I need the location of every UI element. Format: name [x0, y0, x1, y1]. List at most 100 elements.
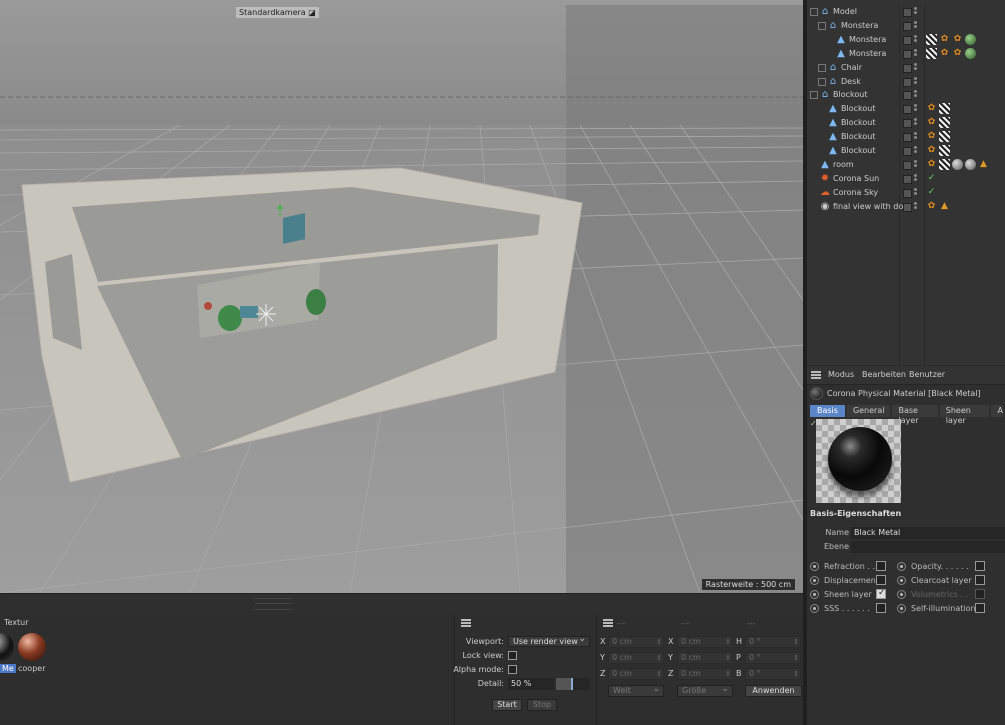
- coord-input[interactable]: 0 cm: [608, 668, 664, 680]
- 3d-viewport[interactable]: Standardkamera ◪ Rasterweite : 500 cm: [0, 0, 803, 593]
- animate-radio-icon[interactable]: [810, 590, 819, 599]
- animate-radio-icon[interactable]: [810, 562, 819, 571]
- hamburger-menu-icon[interactable]: [811, 371, 821, 379]
- visibility-dots-icon[interactable]: [914, 104, 918, 115]
- object-row[interactable]: ▲ room ✿ ▲: [807, 158, 1005, 173]
- object-name[interactable]: Blockout: [833, 90, 867, 99]
- orange-tag-icon[interactable]: ✿: [926, 159, 937, 170]
- material-ball-cooper[interactable]: [18, 633, 46, 661]
- orange-tag-icon[interactable]: ✿: [926, 131, 937, 142]
- object-name[interactable]: Chair: [841, 63, 862, 72]
- menu-modus[interactable]: Modus: [828, 370, 854, 379]
- coord-input[interactable]: 0 °: [745, 636, 801, 648]
- orange-tag-icon[interactable]: ✿: [952, 48, 963, 59]
- layer-field[interactable]: [851, 541, 1005, 553]
- object-name[interactable]: Corona Sun: [833, 174, 879, 183]
- edit-toggle-icon[interactable]: [903, 21, 912, 31]
- visibility-dots-icon[interactable]: [914, 146, 918, 157]
- object-name[interactable]: Desk: [841, 77, 861, 86]
- orange-tag-icon[interactable]: ✿: [926, 103, 937, 114]
- animate-radio-icon[interactable]: [810, 576, 819, 585]
- visibility-dots-icon[interactable]: [914, 20, 918, 32]
- expand-toggle-icon[interactable]: [810, 91, 818, 100]
- tri-tag-icon[interactable]: ▲: [978, 159, 989, 170]
- coord-input[interactable]: 0 cm: [608, 652, 664, 664]
- splitter-grip-lower[interactable]: [255, 606, 291, 610]
- alpha-mode-checkbox[interactable]: [508, 665, 517, 674]
- edit-toggle-icon[interactable]: [903, 105, 912, 115]
- stop-button[interactable]: Stop: [527, 699, 557, 711]
- edit-toggle-icon[interactable]: [903, 49, 912, 59]
- coord-input[interactable]: 0 °: [745, 652, 801, 664]
- object-row[interactable]: ▲ Blockout ✿: [807, 117, 1005, 131]
- expand-toggle-icon[interactable]: [810, 8, 818, 16]
- gsphere-tag-icon[interactable]: [965, 158, 976, 170]
- visibility-dots-icon[interactable]: [914, 173, 918, 185]
- texture-menu[interactable]: Textur: [4, 618, 29, 627]
- channel-option-checkbox[interactable]: [975, 561, 985, 571]
- channel-option-checkbox[interactable]: [876, 603, 886, 613]
- detail-input[interactable]: 50 %: [508, 678, 554, 690]
- name-field[interactable]: Black Metal: [851, 527, 1005, 539]
- object-name[interactable]: Monstera: [841, 21, 878, 30]
- channel-option-checkbox[interactable]: [975, 589, 985, 599]
- camera-label[interactable]: Standardkamera ◪: [236, 7, 319, 18]
- expand-toggle-icon[interactable]: [818, 21, 826, 30]
- edit-toggle-icon[interactable]: [903, 147, 912, 156]
- edit-toggle-icon[interactable]: [903, 119, 912, 129]
- orange-tag-icon[interactable]: ✿: [939, 34, 950, 45]
- visibility-dots-icon[interactable]: [914, 201, 918, 213]
- object-row[interactable]: ☁ Corona Sky ✓: [807, 187, 1005, 201]
- animate-radio-icon[interactable]: [897, 604, 906, 613]
- expand-toggle-icon[interactable]: [818, 77, 826, 86]
- gsphere-tag-icon[interactable]: [952, 158, 963, 170]
- viewport-select[interactable]: Use render view: [508, 635, 590, 647]
- object-name[interactable]: Monstera: [849, 35, 886, 44]
- object-row[interactable]: ✹ Corona Sun ✓: [807, 173, 1005, 187]
- checker-tag-icon[interactable]: [939, 131, 950, 143]
- checker-tag-icon[interactable]: [926, 47, 937, 59]
- checker-tag-icon[interactable]: [939, 158, 950, 170]
- object-name[interactable]: Model: [833, 7, 857, 16]
- visibility-dots-icon[interactable]: [914, 159, 918, 171]
- object-name[interactable]: Blockout: [841, 132, 875, 141]
- edit-toggle-icon[interactable]: [903, 188, 912, 198]
- animate-radio-icon[interactable]: [897, 562, 906, 571]
- lock-view-checkbox[interactable]: [508, 651, 517, 660]
- edit-toggle-icon[interactable]: [903, 202, 912, 212]
- visibility-dots-icon[interactable]: [914, 132, 918, 143]
- object-row[interactable]: ◉ final view with dof ✿ ▲: [807, 201, 1005, 215]
- coord-input[interactable]: 0 cm: [677, 668, 733, 680]
- object-row[interactable]: ▲ Blockout ✿: [807, 145, 1005, 159]
- animate-radio-icon[interactable]: [897, 576, 906, 585]
- visibility-dots-icon[interactable]: [914, 48, 918, 60]
- tab-advanced[interactable]: Adv: [991, 405, 1003, 417]
- object-row[interactable]: ▲ Monstera ✿ ✿: [807, 33, 1005, 48]
- tab-basis[interactable]: Basis: [810, 405, 845, 417]
- channel-option-checkbox[interactable]: [975, 575, 985, 585]
- start-button[interactable]: Start: [492, 699, 522, 711]
- coord-input[interactable]: 0 cm: [677, 636, 733, 648]
- edit-toggle-icon[interactable]: [903, 35, 912, 45]
- checker-tag-icon[interactable]: [939, 117, 950, 129]
- visibility-dots-icon[interactable]: [914, 118, 918, 129]
- orange-tag-icon[interactable]: ✿: [939, 48, 950, 59]
- check-tag-icon[interactable]: ✓: [926, 187, 937, 198]
- tab-general[interactable]: General: [846, 405, 891, 417]
- horizontal-splitter[interactable]: [0, 593, 803, 615]
- tri-tag-icon[interactable]: ▲: [939, 201, 950, 212]
- panel-menu-icon[interactable]: [461, 619, 471, 627]
- tab-base-layer[interactable]: Base layer: [892, 405, 938, 425]
- orange-tag-icon[interactable]: ✿: [926, 117, 937, 128]
- channel-option-checkbox[interactable]: [876, 588, 886, 599]
- edit-toggle-icon[interactable]: [903, 91, 912, 101]
- object-row[interactable]: ⌂ Desk: [807, 76, 1005, 90]
- visibility-dots-icon[interactable]: [914, 76, 918, 88]
- apply-button[interactable]: Anwenden: [745, 685, 802, 697]
- menu-bearbeiten[interactable]: Bearbeiten: [862, 370, 906, 379]
- coord-world-select[interactable]: Welt: [608, 684, 664, 697]
- visibility-dots-icon[interactable]: [914, 90, 918, 101]
- detail-slider[interactable]: [556, 678, 590, 690]
- material-ball-black-metal[interactable]: [0, 633, 14, 661]
- channel-option-checkbox[interactable]: [975, 603, 985, 613]
